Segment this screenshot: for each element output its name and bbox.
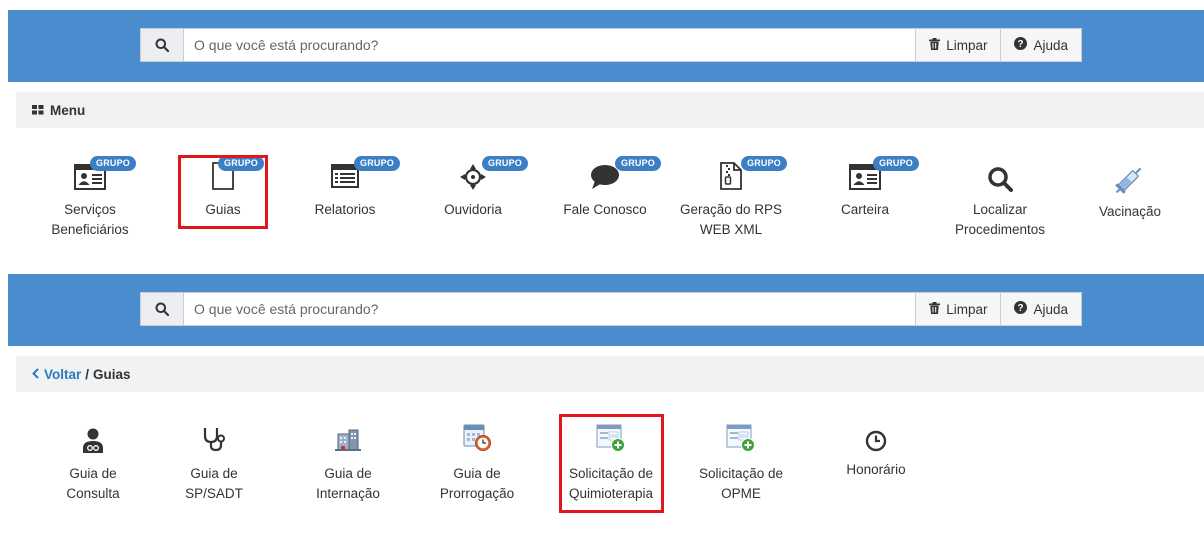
search-icon[interactable]: [141, 29, 184, 61]
search-bar: Limpar ? Ajuda: [140, 28, 1082, 62]
tile-label: Ouvidoria: [444, 202, 502, 217]
tile-ouvidoria[interactable]: GRUPO Ouvidoria: [423, 152, 529, 226]
tile-label: Guia de Consulta: [66, 466, 120, 501]
clear-label: Limpar: [946, 37, 988, 53]
tile-label: Honorário: [846, 462, 906, 477]
tile-label: Guia de Internação: [316, 466, 380, 501]
svg-text:?: ?: [1018, 39, 1024, 50]
tile-label: Solicitação de OPME: [698, 466, 784, 501]
tile-label: Guia de SP/SADT: [185, 466, 243, 501]
group-badge: GRUPO: [873, 156, 920, 171]
group-badge: GRUPO: [354, 156, 401, 171]
trash-icon: [929, 37, 941, 53]
search-icon[interactable]: [141, 293, 184, 325]
tile-label: Localizar Procedimentos: [954, 202, 1046, 237]
help-label: Ajuda: [1033, 37, 1068, 53]
search-icon: [987, 166, 1013, 198]
breadcrumb-current: Guias: [93, 366, 131, 382]
form-add-icon: [726, 424, 756, 458]
tile-guia-sp-sadt[interactable]: Guia de SP/SADT: [164, 422, 264, 512]
clear-label: Limpar: [946, 301, 988, 317]
help-button[interactable]: ? Ajuda: [1000, 293, 1081, 325]
tile-guia-internacao[interactable]: Guia de Internação: [298, 422, 398, 512]
tile-geracao-rps[interactable]: GRUPO Geração do RPS WEB XML: [676, 152, 788, 242]
tile-label: Fale Conosco: [563, 202, 647, 217]
search-input[interactable]: [184, 29, 916, 61]
guias-panel: Limpar ? Ajuda Voltar / Guias Guia de Co…: [0, 272, 1204, 533]
list-window-icon: [331, 164, 359, 194]
stethoscope-icon: [202, 426, 226, 458]
speech-bubble-icon: [590, 164, 620, 196]
grid-icon: [32, 103, 44, 118]
form-add-icon: [596, 424, 626, 458]
group-badge: GRUPO: [482, 156, 529, 171]
tile-guias[interactable]: GRUPO Guias: [180, 152, 266, 226]
tile-honorario[interactable]: Honorário: [826, 422, 926, 492]
menu-title: Menu: [50, 102, 86, 118]
main-menu-panel: Limpar ? Ajuda Menu GRUPO Serviços Benef…: [0, 0, 1204, 272]
tile-localizar-procedimentos[interactable]: Localizar Procedimentos: [940, 152, 1060, 242]
group-badge: GRUPO: [218, 156, 265, 171]
tile-carteira[interactable]: GRUPO Carteira: [815, 152, 920, 226]
syringe-icon: [1113, 162, 1147, 202]
tile-relatorios[interactable]: GRUPO Relatorios: [295, 152, 401, 226]
tile-servicos-beneficiarios[interactable]: GRUPO Serviços Beneficiários: [40, 152, 140, 242]
tile-label: Serviços Beneficiários: [51, 202, 129, 237]
clock-icon: [865, 430, 887, 458]
tile-label: Vacinação: [1098, 204, 1162, 219]
help-label: Ajuda: [1033, 301, 1068, 317]
question-circle-icon: ?: [1014, 301, 1028, 317]
chevron-left-icon: [32, 367, 39, 382]
doctor-icon: [81, 428, 105, 460]
group-badge: GRUPO: [615, 156, 662, 171]
tile-label: Carteira: [840, 202, 889, 217]
tile-guia-prorrogacao[interactable]: Guia de Prorrogação: [427, 422, 527, 512]
calendar-clock-icon: [462, 422, 492, 458]
clear-button[interactable]: Limpar: [915, 29, 1001, 61]
tile-label: Guia de Prorrogação: [439, 466, 515, 501]
help-button[interactable]: ? Ajuda: [1000, 29, 1081, 61]
zip-file-icon: [720, 162, 742, 196]
tile-solicitacao-opme[interactable]: Solicitação de OPME: [691, 418, 791, 512]
search-input[interactable]: [184, 293, 916, 325]
svg-text:?: ?: [1018, 303, 1024, 314]
search-bar: Limpar ? Ajuda: [140, 292, 1082, 326]
group-badge: GRUPO: [741, 156, 788, 171]
breadcrumb: Voltar / Guias: [16, 356, 1204, 392]
tile-vacinacao[interactable]: Vacinação: [1080, 152, 1180, 226]
tile-solicitacao-quimioterapia[interactable]: Solicitação de Quimioterapia: [561, 418, 661, 512]
menu-header: Menu: [16, 92, 1204, 128]
clear-button[interactable]: Limpar: [915, 293, 1001, 325]
tile-label: Relatorios: [314, 202, 376, 217]
tile-label: Geração do RPS WEB XML: [679, 202, 783, 237]
group-badge: GRUPO: [90, 156, 137, 171]
tile-fale-conosco[interactable]: GRUPO Fale Conosco: [555, 152, 662, 226]
question-circle-icon: ?: [1014, 37, 1028, 53]
hospital-icon: [335, 428, 361, 458]
trash-icon: [929, 301, 941, 317]
back-label: Voltar: [44, 366, 82, 382]
tile-label: Guias: [205, 202, 241, 217]
breadcrumb-separator: /: [85, 366, 90, 382]
crosshairs-icon: [460, 164, 486, 196]
back-link[interactable]: Voltar: [32, 367, 81, 382]
tile-guia-consulta[interactable]: Guia de Consulta: [43, 422, 143, 512]
tile-label: Solicitação de Quimioterapia: [568, 466, 654, 501]
